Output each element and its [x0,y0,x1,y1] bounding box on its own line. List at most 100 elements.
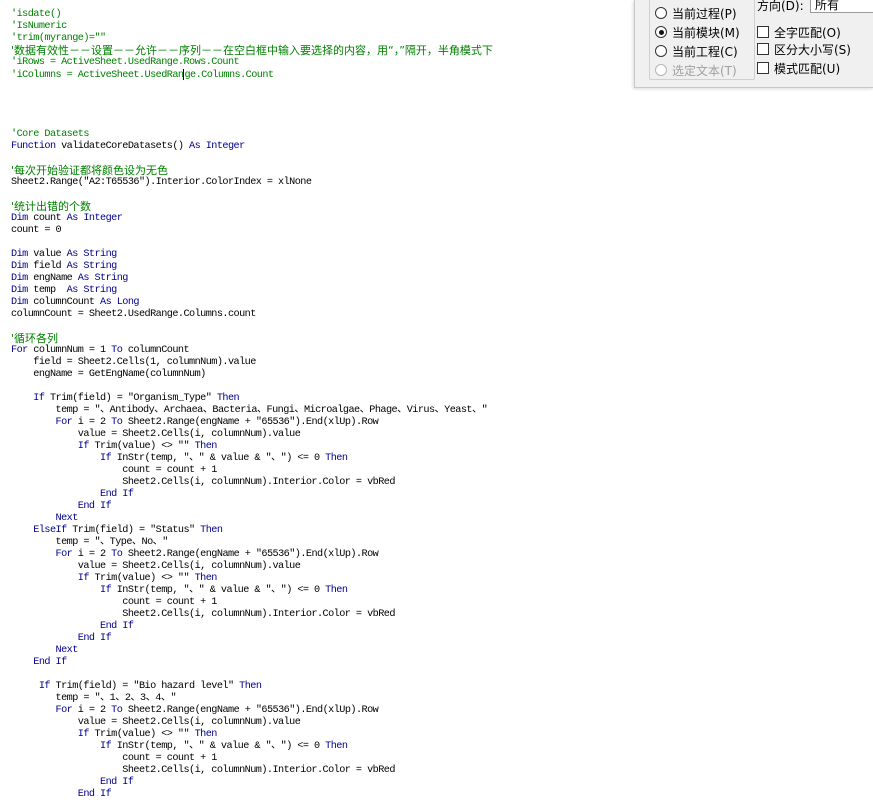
code-line: Dim temp As String [11,285,117,297]
code-line: Sheet2.Cells(i, columnNum).Interior.Colo… [11,477,395,489]
code-line: If Trim(value) <> "" Then [11,573,218,585]
code-token: Then [200,525,223,536]
scope-current-module[interactable]: 当前模块(M) [655,23,740,41]
code-line: field = Sheet2.Cells(1, columnNum).value [11,357,256,369]
code-line: '统计出错的个数 [11,201,91,213]
code-token: For [11,417,78,428]
code-line: value = Sheet2.Cells(i, columnNum).value [11,429,301,441]
code-token: columnCount [33,297,101,308]
code-token: End If [11,621,134,632]
option-whole-word[interactable]: 全字匹配(O) [757,23,841,41]
code-line: count = count + 1 [11,597,217,609]
code-token: Sheet2.Range("A2:T65536").Interior.Color… [11,177,312,188]
code-line: value = Sheet2.Cells(i, columnNum).value [11,717,301,729]
code-line: End If [11,501,112,513]
code-token: validateCoreDatasets() [61,141,190,152]
code-token: '循环各列 [11,332,59,345]
option-match-case[interactable]: 区分大小写(S) [757,40,851,58]
code-token: i = 2 [77,549,112,560]
code-token: End If [11,777,134,788]
scope-current-procedure[interactable]: 当前过程(P) [655,4,737,22]
code-token: '每次开始验证都将颜色设为无色 [11,164,169,177]
code-token: As Integer [189,141,245,152]
code-line: Sheet2.Range("A2:T65536").Interior.Color… [11,177,312,189]
code-token: End If [11,489,134,500]
code-token: Then [194,441,218,452]
code-token: Dim [11,297,34,308]
code-line: 'IsNumeric [11,21,67,33]
checkbox-icon[interactable] [757,43,769,55]
code-token: 'trim(myrange)="" [11,33,106,44]
code-line: If Trim(value) <> "" Then [11,441,218,453]
code-token: count = count + 1 [11,597,217,608]
checkbox-icon[interactable] [757,62,769,74]
radio-icon[interactable] [655,7,667,19]
code-line: Dim field As String [11,261,117,273]
code-line: If Trim(field) = "Bio hazard level" Then [11,681,262,693]
code-token: As Integer [66,213,123,224]
code-token: Then [194,729,218,740]
code-token: For [11,705,78,716]
code-token: value = Sheet2.Cells(i, columnNum).value [11,561,301,572]
radio-selected-icon[interactable] [655,26,667,38]
code-line: For columnNum = 1 To columnCount [11,345,190,357]
code-token: temp [33,285,67,296]
code-line: temp = "、Antibody、Archaea、Bacteria、Fungi… [11,405,488,417]
direction-select[interactable]: 所有 [810,0,873,13]
code-token: columnCount [127,345,190,356]
code-token: count [33,213,67,224]
code-token: Sheet2.Range(engName + "65536").End(xlUp… [127,705,379,716]
code-token: 'IsNumeric [11,21,67,32]
code-token: Sheet2.Cells(i, columnNum).Interior.Colo… [11,765,395,776]
code-line: For i = 2 To Sheet2.Range(engName + "655… [11,549,379,561]
code-token: To [111,417,128,428]
code-token: field [33,261,67,272]
code-token: Next [11,513,79,524]
scope-label: 选定文本(T) [672,63,737,78]
code-line: temp = "、1、2、3、4、" [11,693,177,705]
code-line: End If [11,489,134,501]
code-line: If InStr(temp, "、" & value & "、") <= 0 T… [11,453,348,465]
code-line: End If [11,789,112,801]
scope-selected-text: 选定文本(T) [655,61,737,79]
code-line: Function validateCoreDatasets() As Integ… [11,141,245,153]
code-token: Trim(field) = "Bio hazard level" [55,681,240,692]
code-token: temp = "、Type、No、" [11,537,169,548]
code-token: Trim(value) <> "" [94,441,195,452]
code-line: If Trim(value) <> "" Then [11,729,218,741]
option-label: 全字匹配(O) [774,25,841,40]
code-token: Dim [11,285,34,296]
code-token: For [11,345,34,356]
code-token: i = 2 [77,417,112,428]
code-line: Dim columnCount As Long [11,297,140,309]
checkbox-icon[interactable] [757,26,769,38]
code-line: For i = 2 To Sheet2.Range(engName + "655… [11,417,379,429]
code-line: End If [11,621,134,633]
code-token: temp = "、Antibody、Archaea、Bacteria、Fungi… [11,405,488,416]
code-token: End If [11,633,112,644]
radio-icon[interactable] [655,45,667,57]
code-line: 'Core Datasets [11,129,89,141]
code-line: Dim value As String [11,249,117,261]
code-line: ElseIf Trim(field) = "Status" Then [11,525,223,537]
code-token: End If [11,501,112,512]
scope-current-project[interactable]: 当前工程(C) [655,42,738,60]
code-token: As String [66,249,118,260]
code-editor[interactable]: 'isdate() 'IsNumeric'trim(myrange)="" '数据有… [0,0,873,811]
code-token: Dim [11,261,34,272]
code-token: As String [66,261,118,272]
code-token: 'Core Datasets [11,129,89,140]
code-token: To [111,705,128,716]
code-token: Then [325,585,348,596]
code-token: For [11,549,78,560]
code-token: Sheet2.Range(engName + "65536").End(xlUp… [127,549,379,560]
code-token: count = count + 1 [11,465,217,476]
option-pattern-match[interactable]: 模式匹配(U) [757,59,840,77]
code-token: count = 0 [11,225,62,236]
code-token: 'iColumns = ActiveSheet.UsedRan [11,70,184,82]
code-token: engName [33,273,78,284]
code-token: temp = "、1、2、3、4、" [11,693,177,704]
scope-label: 当前模块(M) [672,25,740,40]
code-token: If [11,741,117,752]
code-line: 'isdate() [11,9,62,21]
